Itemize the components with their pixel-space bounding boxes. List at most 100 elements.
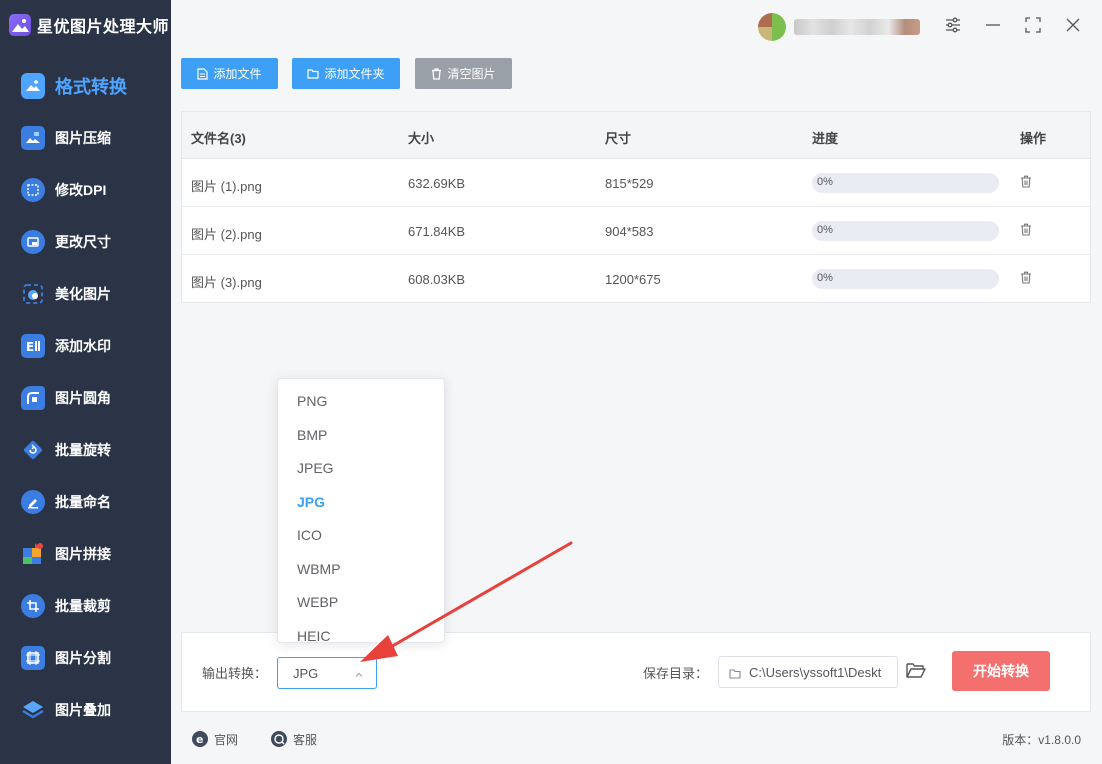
- file-name: 图片 (2).png: [191, 227, 262, 242]
- file-table: 文件名(3) 大小 尺寸 进度 操作 图片 (1).png 632.69KB 8…: [181, 111, 1091, 303]
- clear-images-label: 清空图片: [447, 67, 496, 81]
- file-size: 608.03KB: [408, 272, 466, 287]
- format-option-jpeg[interactable]: JPEG: [297, 460, 334, 476]
- svg-text:E: E: [26, 340, 34, 354]
- progress-bar: 0%: [812, 269, 999, 289]
- start-convert-button[interactable]: 开始转换: [952, 651, 1050, 691]
- file-name: 图片 (3).png: [191, 275, 262, 290]
- crop-icon: [21, 594, 45, 618]
- rename-icon: [21, 490, 45, 514]
- image-compress-icon: [21, 126, 45, 150]
- format-option-jpg[interactable]: JPG: [297, 494, 325, 510]
- image-convert-icon: [21, 73, 45, 99]
- progress-bar: 0%: [812, 173, 999, 193]
- sidebar-item-rotate[interactable]: 批量旋转: [0, 424, 171, 476]
- column-progress: 进度: [812, 131, 839, 146]
- clear-images-button[interactable]: 清空图片: [415, 58, 512, 89]
- website-link[interactable]: e 官网: [191, 730, 238, 748]
- sidebar-item-rounded-corner[interactable]: 图片圆角: [0, 372, 171, 424]
- sidebar-item-label: 图片圆角: [55, 390, 111, 406]
- app-title: 星优图片处理大师: [37, 19, 170, 36]
- sidebar-item-label: 图片压缩: [55, 130, 111, 146]
- sidebar-item-format-convert[interactable]: 格式转换: [0, 60, 171, 112]
- sidebar-nav: 格式转换 图片压缩 修改DPI 更改尺寸 美化图片 E 添加水印 图片圆角 批量…: [0, 60, 171, 736]
- resize-icon: [21, 230, 45, 254]
- file-size: 671.84KB: [408, 224, 466, 239]
- table-row[interactable]: 图片 (1).png 632.69KB 815*529 0%: [182, 159, 1090, 207]
- sidebar-item-watermark[interactable]: E 添加水印: [0, 320, 171, 372]
- output-format-select[interactable]: JPG: [277, 657, 377, 689]
- column-size: 大小: [408, 131, 435, 146]
- sidebar-item-label: 图片分割: [55, 650, 111, 666]
- watermark-icon: E: [21, 334, 45, 358]
- sidebar-item-label: 批量裁剪: [55, 598, 111, 614]
- add-folder-button[interactable]: 添加文件夹: [292, 58, 400, 89]
- layers-icon: [21, 698, 45, 722]
- brand: 星优图片处理大师: [0, 0, 171, 50]
- dpi-icon: [21, 178, 45, 202]
- footer: e 官网 客服 版本：v1.8.0.0: [171, 714, 1102, 764]
- trash-icon: [431, 67, 442, 80]
- rotate-icon: [21, 438, 45, 462]
- website-label: 官网: [214, 732, 239, 747]
- save-directory-input[interactable]: C:\Users\yssoft1\Deskt: [718, 656, 898, 688]
- support-label: 客服: [293, 732, 318, 747]
- table-header: 文件名(3) 大小 尺寸 进度 操作: [182, 112, 1090, 159]
- table-row[interactable]: 图片 (3).png 608.03KB 1200*675 0%: [182, 255, 1090, 303]
- browser-e-icon: e: [191, 730, 209, 748]
- file-name: 图片 (1).png: [191, 179, 262, 194]
- save-directory-label: 保存目录：: [643, 666, 709, 681]
- format-option-wbmp[interactable]: WBMP: [297, 561, 341, 577]
- beautify-icon: [21, 282, 45, 306]
- format-option-ico[interactable]: ICO: [297, 527, 322, 543]
- sidebar-item-split[interactable]: 图片分割: [0, 632, 171, 684]
- table-row[interactable]: 图片 (2).png 671.84KB 904*583 0%: [182, 207, 1090, 255]
- folder-icon: [729, 666, 741, 684]
- puzzle-icon: [21, 542, 45, 566]
- user-avatar[interactable]: [758, 13, 786, 41]
- maximize-icon[interactable]: [1022, 14, 1044, 36]
- sidebar-item-label: 修改DPI: [55, 182, 107, 198]
- format-option-heic[interactable]: HEIC: [297, 628, 330, 642]
- sidebar-item-rename[interactable]: 批量命名: [0, 476, 171, 528]
- sidebar-item-compress[interactable]: 图片压缩: [0, 112, 171, 164]
- browse-folder-icon[interactable]: [906, 662, 926, 684]
- sidebar-item-dpi[interactable]: 修改DPI: [0, 164, 171, 216]
- sidebar-item-crop[interactable]: 批量裁剪: [0, 580, 171, 632]
- sidebar-item-beautify[interactable]: 美化图片: [0, 268, 171, 320]
- sidebar-item-resize[interactable]: 更改尺寸: [0, 216, 171, 268]
- format-option-webp[interactable]: WEBP: [297, 594, 338, 610]
- format-option-png[interactable]: PNG: [297, 393, 327, 409]
- sidebar-item-layers[interactable]: 图片叠加: [0, 684, 171, 736]
- chat-icon: [270, 730, 288, 748]
- sidebar-item-label: 图片拼接: [55, 546, 111, 562]
- file-dimensions: 815*529: [605, 176, 654, 191]
- sidebar-item-label: 添加水印: [55, 338, 111, 354]
- add-file-button[interactable]: 添加文件: [181, 58, 278, 89]
- delete-row-icon[interactable]: [1020, 175, 1032, 193]
- output-format-label: 输出转换：: [202, 666, 268, 681]
- support-link[interactable]: 客服: [270, 730, 317, 748]
- sidebar-item-puzzle[interactable]: 图片拼接: [0, 528, 171, 580]
- split-icon: [21, 646, 45, 670]
- folder-icon: [307, 68, 320, 79]
- sidebar-item-label: 图片叠加: [55, 702, 111, 718]
- sidebar: 星优图片处理大师 格式转换 图片压缩 修改DPI 更改尺寸 美化图片 E 添加水…: [0, 0, 171, 764]
- settings-sliders-icon[interactable]: [942, 14, 964, 36]
- file-size: 632.69KB: [408, 176, 466, 191]
- output-format-dropdown: PNG BMP JPEG JPG ICO WBMP WEBP HEIC: [277, 378, 445, 643]
- output-format-value: JPG: [293, 666, 319, 681]
- minimize-icon[interactable]: [982, 14, 1004, 36]
- chevron-up-icon: [354, 667, 364, 685]
- column-dimensions: 尺寸: [605, 131, 632, 146]
- sidebar-item-label: 批量旋转: [55, 442, 111, 458]
- username-redacted: [794, 19, 920, 35]
- add-file-label: 添加文件: [213, 67, 262, 81]
- progress-bar: 0%: [812, 221, 999, 241]
- version-text: 版本：v1.8.0.0: [1002, 733, 1081, 747]
- sidebar-item-label: 美化图片: [55, 286, 111, 302]
- delete-row-icon[interactable]: [1020, 271, 1032, 289]
- format-option-bmp[interactable]: BMP: [297, 427, 327, 443]
- close-icon[interactable]: [1062, 14, 1084, 36]
- delete-row-icon[interactable]: [1020, 223, 1032, 241]
